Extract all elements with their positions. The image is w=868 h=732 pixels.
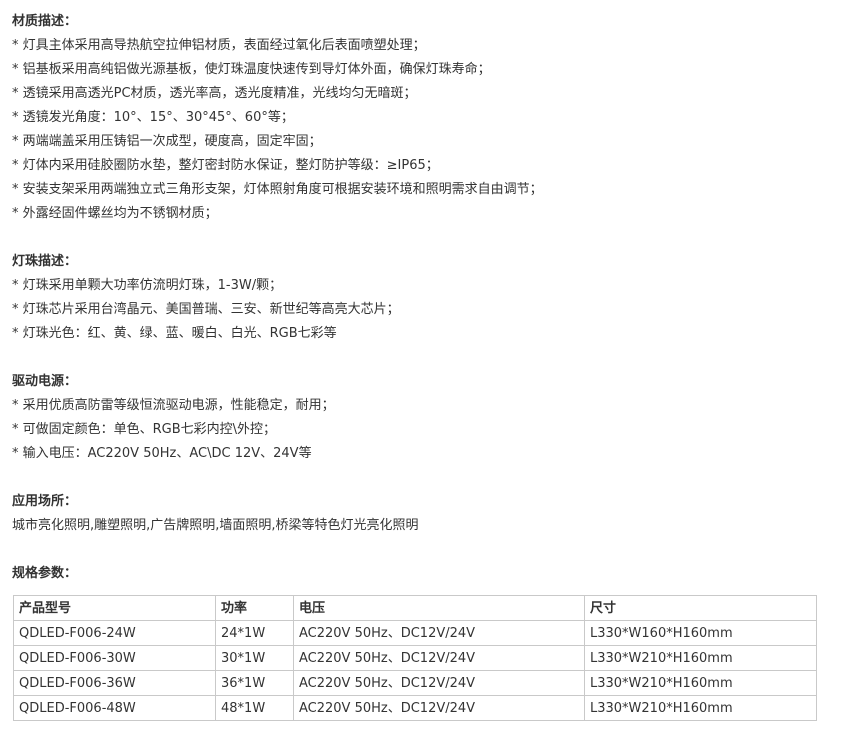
cell-model: QDLED-F006-48W bbox=[13, 695, 216, 721]
table-row: QDLED-F006-48W 48*1W AC220V 50Hz、DC12V/2… bbox=[13, 695, 817, 721]
driver-heading: 驱动电源： bbox=[12, 374, 78, 389]
table-row: QDLED-F006-36W 36*1W AC220V 50Hz、DC12V/2… bbox=[13, 670, 817, 696]
led-item: * 灯珠光色：红、黄、绿、蓝、暖白、白光、RGB七彩等 bbox=[12, 326, 337, 341]
material-item: * 灯体内采用硅胶圈防水垫，整灯密封防水保证，整灯防护等级：≥IP65； bbox=[12, 158, 439, 173]
material-item: * 透镜发光角度：10°、15°、30°45°、60°等； bbox=[12, 110, 294, 125]
material-item: * 透镜采用高透光PC材质，透光率高，透光度精准，光线均匀无暗斑； bbox=[12, 86, 417, 101]
led-heading: 灯珠描述： bbox=[12, 254, 78, 269]
cell-size: L330*W210*H160mm bbox=[584, 695, 817, 721]
material-item: * 安装支架采用两端独立式三角形支架，灯体照射角度可根据安装环境和照明需求自由调… bbox=[12, 182, 543, 197]
led-item: * 灯珠芯片采用台湾晶元、美国普瑞、三安、新世纪等高亮大芯片； bbox=[12, 302, 400, 317]
led-item: * 灯珠采用单颗大功率仿流明灯珠，1-3W/颗； bbox=[12, 278, 283, 293]
material-heading: 材质描述： bbox=[12, 14, 78, 29]
cell-power: 48*1W bbox=[215, 695, 294, 721]
cell-voltage: AC220V 50Hz、DC12V/24V bbox=[293, 645, 585, 671]
material-item: * 铝基板采用高纯铝做光源基板，使灯珠温度快速传到导灯体外面，确保灯珠寿命； bbox=[12, 62, 491, 77]
header-power: 功率 bbox=[215, 595, 294, 621]
driver-item: * 采用优质高防雷等级恒流驱动电源，性能稳定，耐用； bbox=[12, 398, 335, 413]
cell-power: 30*1W bbox=[215, 645, 294, 671]
material-item: * 两端端盖采用压铸铝一次成型，硬度高，固定牢固； bbox=[12, 134, 322, 149]
spec-section: 规格参数： 产品型号 功率 电压 尺寸 QDLED-F006-24W 24*1W… bbox=[12, 562, 856, 721]
header-voltage: 电压 bbox=[293, 595, 585, 621]
header-model: 产品型号 bbox=[13, 595, 216, 621]
material-item: * 外露经固件螺丝均为不锈钢材质； bbox=[12, 206, 218, 221]
driver-section: 驱动电源： * 采用优质高防雷等级恒流驱动电源，性能稳定，耐用； * 可做固定颜… bbox=[12, 370, 856, 466]
cell-voltage: AC220V 50Hz、DC12V/24V bbox=[293, 620, 585, 646]
driver-item: * 输入电压：AC220V 50Hz、AC\DC 12V、24V等 bbox=[12, 446, 312, 461]
cell-voltage: AC220V 50Hz、DC12V/24V bbox=[293, 670, 585, 696]
driver-item: * 可做固定颜色：单色、RGB七彩内控\外控； bbox=[12, 422, 277, 437]
spec-heading: 规格参数： bbox=[12, 566, 78, 581]
cell-power: 36*1W bbox=[215, 670, 294, 696]
table-row: QDLED-F006-30W 30*1W AC220V 50Hz、DC12V/2… bbox=[13, 645, 817, 671]
spec-table: 产品型号 功率 电压 尺寸 QDLED-F006-24W 24*1W AC220… bbox=[13, 595, 817, 721]
cell-model: QDLED-F006-36W bbox=[13, 670, 216, 696]
application-section: 应用场所： 城市亮化照明,雕塑照明,广告牌照明,墙面照明,桥梁等特色灯光亮化照明 bbox=[12, 490, 856, 538]
cell-size: L330*W160*H160mm bbox=[584, 620, 817, 646]
spec-header-row: 产品型号 功率 电压 尺寸 bbox=[13, 595, 817, 621]
cell-size: L330*W210*H160mm bbox=[584, 645, 817, 671]
cell-model: QDLED-F006-24W bbox=[13, 620, 216, 646]
cell-voltage: AC220V 50Hz、DC12V/24V bbox=[293, 695, 585, 721]
table-row: QDLED-F006-24W 24*1W AC220V 50Hz、DC12V/2… bbox=[13, 620, 817, 646]
led-section: 灯珠描述： * 灯珠采用单颗大功率仿流明灯珠，1-3W/颗； * 灯珠芯片采用台… bbox=[12, 250, 856, 346]
material-section: 材质描述： * 灯具主体采用高导热航空拉伸铝材质，表面经过氧化后表面喷塑处理； … bbox=[12, 10, 856, 226]
header-size: 尺寸 bbox=[584, 595, 817, 621]
material-item: * 灯具主体采用高导热航空拉伸铝材质，表面经过氧化后表面喷塑处理； bbox=[12, 38, 426, 53]
application-heading: 应用场所： bbox=[12, 494, 78, 509]
product-description: 材质描述： * 灯具主体采用高导热航空拉伸铝材质，表面经过氧化后表面喷塑处理； … bbox=[0, 0, 868, 721]
cell-size: L330*W210*H160mm bbox=[584, 670, 817, 696]
application-text: 城市亮化照明,雕塑照明,广告牌照明,墙面照明,桥梁等特色灯光亮化照明 bbox=[12, 518, 419, 533]
cell-model: QDLED-F006-30W bbox=[13, 645, 216, 671]
cell-power: 24*1W bbox=[215, 620, 294, 646]
